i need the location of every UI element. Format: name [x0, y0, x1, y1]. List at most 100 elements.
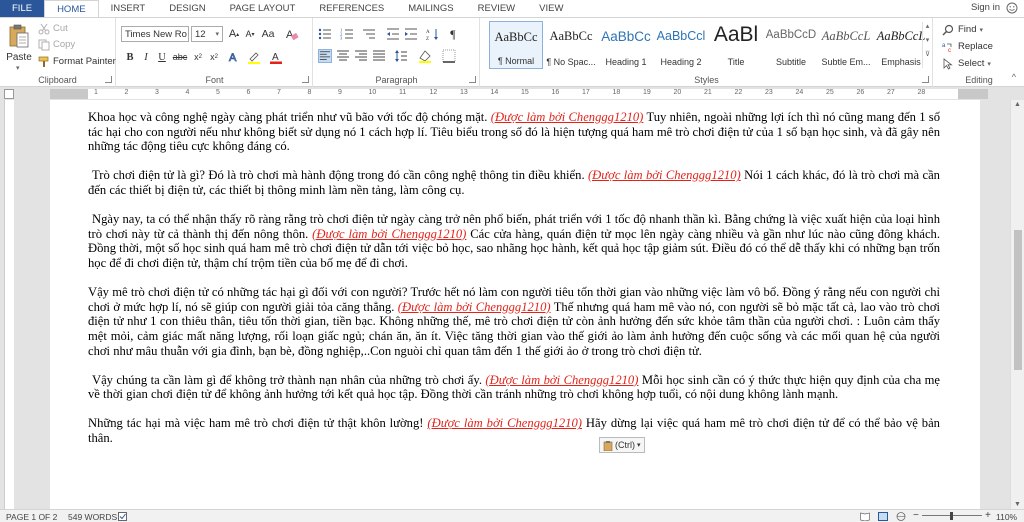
chevron-up-icon[interactable]: ▴ [923, 22, 932, 30]
cut-button[interactable]: Cut [38, 21, 68, 36]
zoom-slider-thumb[interactable] [950, 512, 953, 520]
collapse-ribbon-icon[interactable]: ^ [1012, 72, 1016, 82]
copy-button[interactable]: Copy [38, 37, 75, 52]
replace-button[interactable]: ac Replace [942, 39, 993, 54]
document-paragraph[interactable]: Trò chơi điện tử là gì? Đó là trò chơi m… [88, 168, 940, 197]
find-button[interactable]: Find ▾ [942, 22, 983, 37]
style-sample: AaBbCcL [821, 29, 871, 43]
tab-design[interactable]: DESIGN [157, 0, 217, 17]
styles-gallery-scroll[interactable]: ▴ ▾ ⊽ [922, 22, 932, 68]
style-no-spacing[interactable]: AaBbCc ¶ No Spac... [544, 21, 598, 69]
increase-indent-icon[interactable] [404, 27, 418, 41]
paragraph-group-label: Paragraph [375, 75, 418, 85]
zoom-in-button[interactable]: + [985, 510, 991, 521]
ruler-number: 17 [582, 89, 590, 96]
highlight-icon[interactable] [247, 50, 261, 64]
subscript-button[interactable]: x2 [191, 50, 205, 64]
underline-button[interactable]: U [155, 50, 169, 64]
align-left-icon[interactable] [318, 49, 332, 63]
show-formatting-button[interactable]: ¶ [446, 27, 460, 41]
numbering-icon[interactable]: 123 [340, 27, 354, 41]
document-body[interactable]: Khoa học và công nghệ ngày càng phát tri… [88, 110, 940, 460]
paste-dropdown-icon[interactable]: ▾ [16, 64, 20, 72]
document-paragraph[interactable]: Ngày nay, ta có thể nhận thấy rõ ràng rằ… [88, 212, 940, 270]
font-size-combobox[interactable]: 12 ▾ [191, 26, 223, 42]
paste-options-label: (Ctrl) [615, 440, 635, 450]
line-spacing-icon[interactable] [394, 49, 408, 63]
tab-view[interactable]: VIEW [527, 0, 575, 17]
tab-review[interactable]: REVIEW [466, 0, 527, 17]
change-case-button[interactable]: Aa [261, 27, 275, 41]
page-count[interactable]: PAGE 1 OF 2 [6, 512, 57, 522]
align-right-icon[interactable] [354, 49, 368, 63]
ruler-bar[interactable]: 1 2 3 4 5 6 7 8 9 10 11 12 13 14 15 16 17 18 19 20 21 22 23 24 2… [88, 89, 958, 99]
tab-selector[interactable] [4, 89, 14, 99]
sort-icon[interactable]: AZ [426, 27, 440, 41]
italic-button[interactable]: I [139, 50, 153, 64]
document-paragraph[interactable]: Khoa học và công nghệ ngày càng phát tri… [88, 110, 940, 154]
style-subtitle[interactable]: AaBbCcD Subtitle [764, 21, 818, 69]
style-subtle-emphasis[interactable]: AaBbCcL Subtle Em... [819, 21, 873, 69]
chevron-down-icon[interactable]: ▾ [923, 36, 932, 44]
align-center-icon[interactable] [336, 49, 350, 63]
bold-button[interactable]: B [123, 50, 137, 64]
ruler-number: 20 [673, 89, 682, 96]
clear-formatting-icon[interactable]: A [285, 27, 299, 41]
print-layout-icon[interactable] [878, 512, 888, 521]
scroll-down-icon[interactable]: ▼ [1014, 501, 1021, 508]
shrink-font-button[interactable]: A ▾ [243, 27, 257, 41]
more-styles-icon[interactable]: ⊽ [923, 50, 932, 58]
zoom-out-button[interactable]: − [913, 510, 919, 521]
zoom-level[interactable]: 110% [996, 512, 1017, 522]
font-launcher-icon[interactable] [302, 76, 309, 83]
chevron-down-icon[interactable]: ▾ [987, 60, 991, 68]
shading-icon[interactable] [418, 49, 432, 63]
web-layout-icon[interactable] [896, 512, 906, 521]
document-page[interactable]: Khoa học và công nghệ ngày càng phát tri… [50, 100, 980, 509]
style-normal[interactable]: AaBbCc ¶ Normal [489, 21, 543, 69]
font-color-icon[interactable]: A [269, 50, 283, 64]
borders-icon[interactable] [442, 49, 456, 63]
document-paragraph[interactable]: Những tác hại mà việc ham mê trò chơi đi… [88, 416, 940, 445]
strikethrough-button[interactable]: abc [173, 50, 188, 64]
chevron-down-icon[interactable]: ▾ [215, 30, 219, 38]
font-name-combobox[interactable]: Times New Ro▾ [121, 26, 189, 42]
scroll-up-icon[interactable]: ▲ [1014, 101, 1021, 108]
style-heading-1[interactable]: AaBbCc Heading 1 [599, 21, 653, 69]
vertical-scrollbar[interactable]: ▲ ▼ [1010, 100, 1024, 509]
styles-launcher-icon[interactable] [922, 76, 929, 83]
tab-home[interactable]: HOME [44, 0, 99, 18]
clipboard-launcher-icon[interactable] [105, 76, 112, 83]
tab-mailings[interactable]: MAILINGS [396, 0, 465, 17]
tab-insert[interactable]: INSERT [99, 0, 158, 17]
sign-in-link[interactable]: Sign in [971, 2, 1000, 13]
decrease-indent-icon[interactable] [386, 27, 400, 41]
tab-page-layout[interactable]: PAGE LAYOUT [218, 0, 308, 17]
justify-icon[interactable] [372, 49, 386, 63]
text-effects-icon[interactable]: A [227, 50, 241, 64]
style-title[interactable]: AaBl Title [709, 21, 763, 69]
chevron-down-icon[interactable]: ▾ [979, 26, 983, 34]
word-count[interactable]: 549 WORDS [68, 512, 117, 522]
grow-font-button[interactable]: A ▴ [227, 27, 241, 41]
style-emphasis[interactable]: AaBbCcL Emphasis [874, 21, 928, 69]
multilevel-list-icon[interactable] [362, 27, 376, 41]
style-heading-2[interactable]: AaBbCcl Heading 2 [654, 21, 708, 69]
paste-options-button[interactable]: (Ctrl) ▾ [599, 437, 645, 453]
document-paragraph[interactable]: Vậy mê trò chơi điện tử có những tác hại… [88, 285, 940, 358]
ruler-number: 25 [826, 89, 834, 96]
format-painter-button[interactable]: Format Painter [38, 54, 116, 69]
paragraph-launcher-icon[interactable] [469, 76, 476, 83]
ruler-number: 9 [338, 89, 342, 96]
select-button[interactable]: Select ▾ [942, 56, 991, 71]
scrollbar-thumb[interactable] [1014, 230, 1022, 370]
smiley-icon[interactable] [1006, 2, 1018, 14]
proofing-icon[interactable] [118, 512, 128, 521]
tab-references[interactable]: REFERENCES [307, 0, 396, 17]
superscript-button[interactable]: x2 [207, 50, 221, 64]
document-paragraph[interactable]: Vậy chúng ta cần làm gì để không trở thà… [88, 373, 940, 402]
paste-button[interactable]: Paste ▾ [4, 22, 34, 72]
tab-file[interactable]: FILE [0, 0, 45, 17]
read-mode-icon[interactable] [860, 512, 870, 521]
bullets-icon[interactable] [318, 27, 332, 41]
